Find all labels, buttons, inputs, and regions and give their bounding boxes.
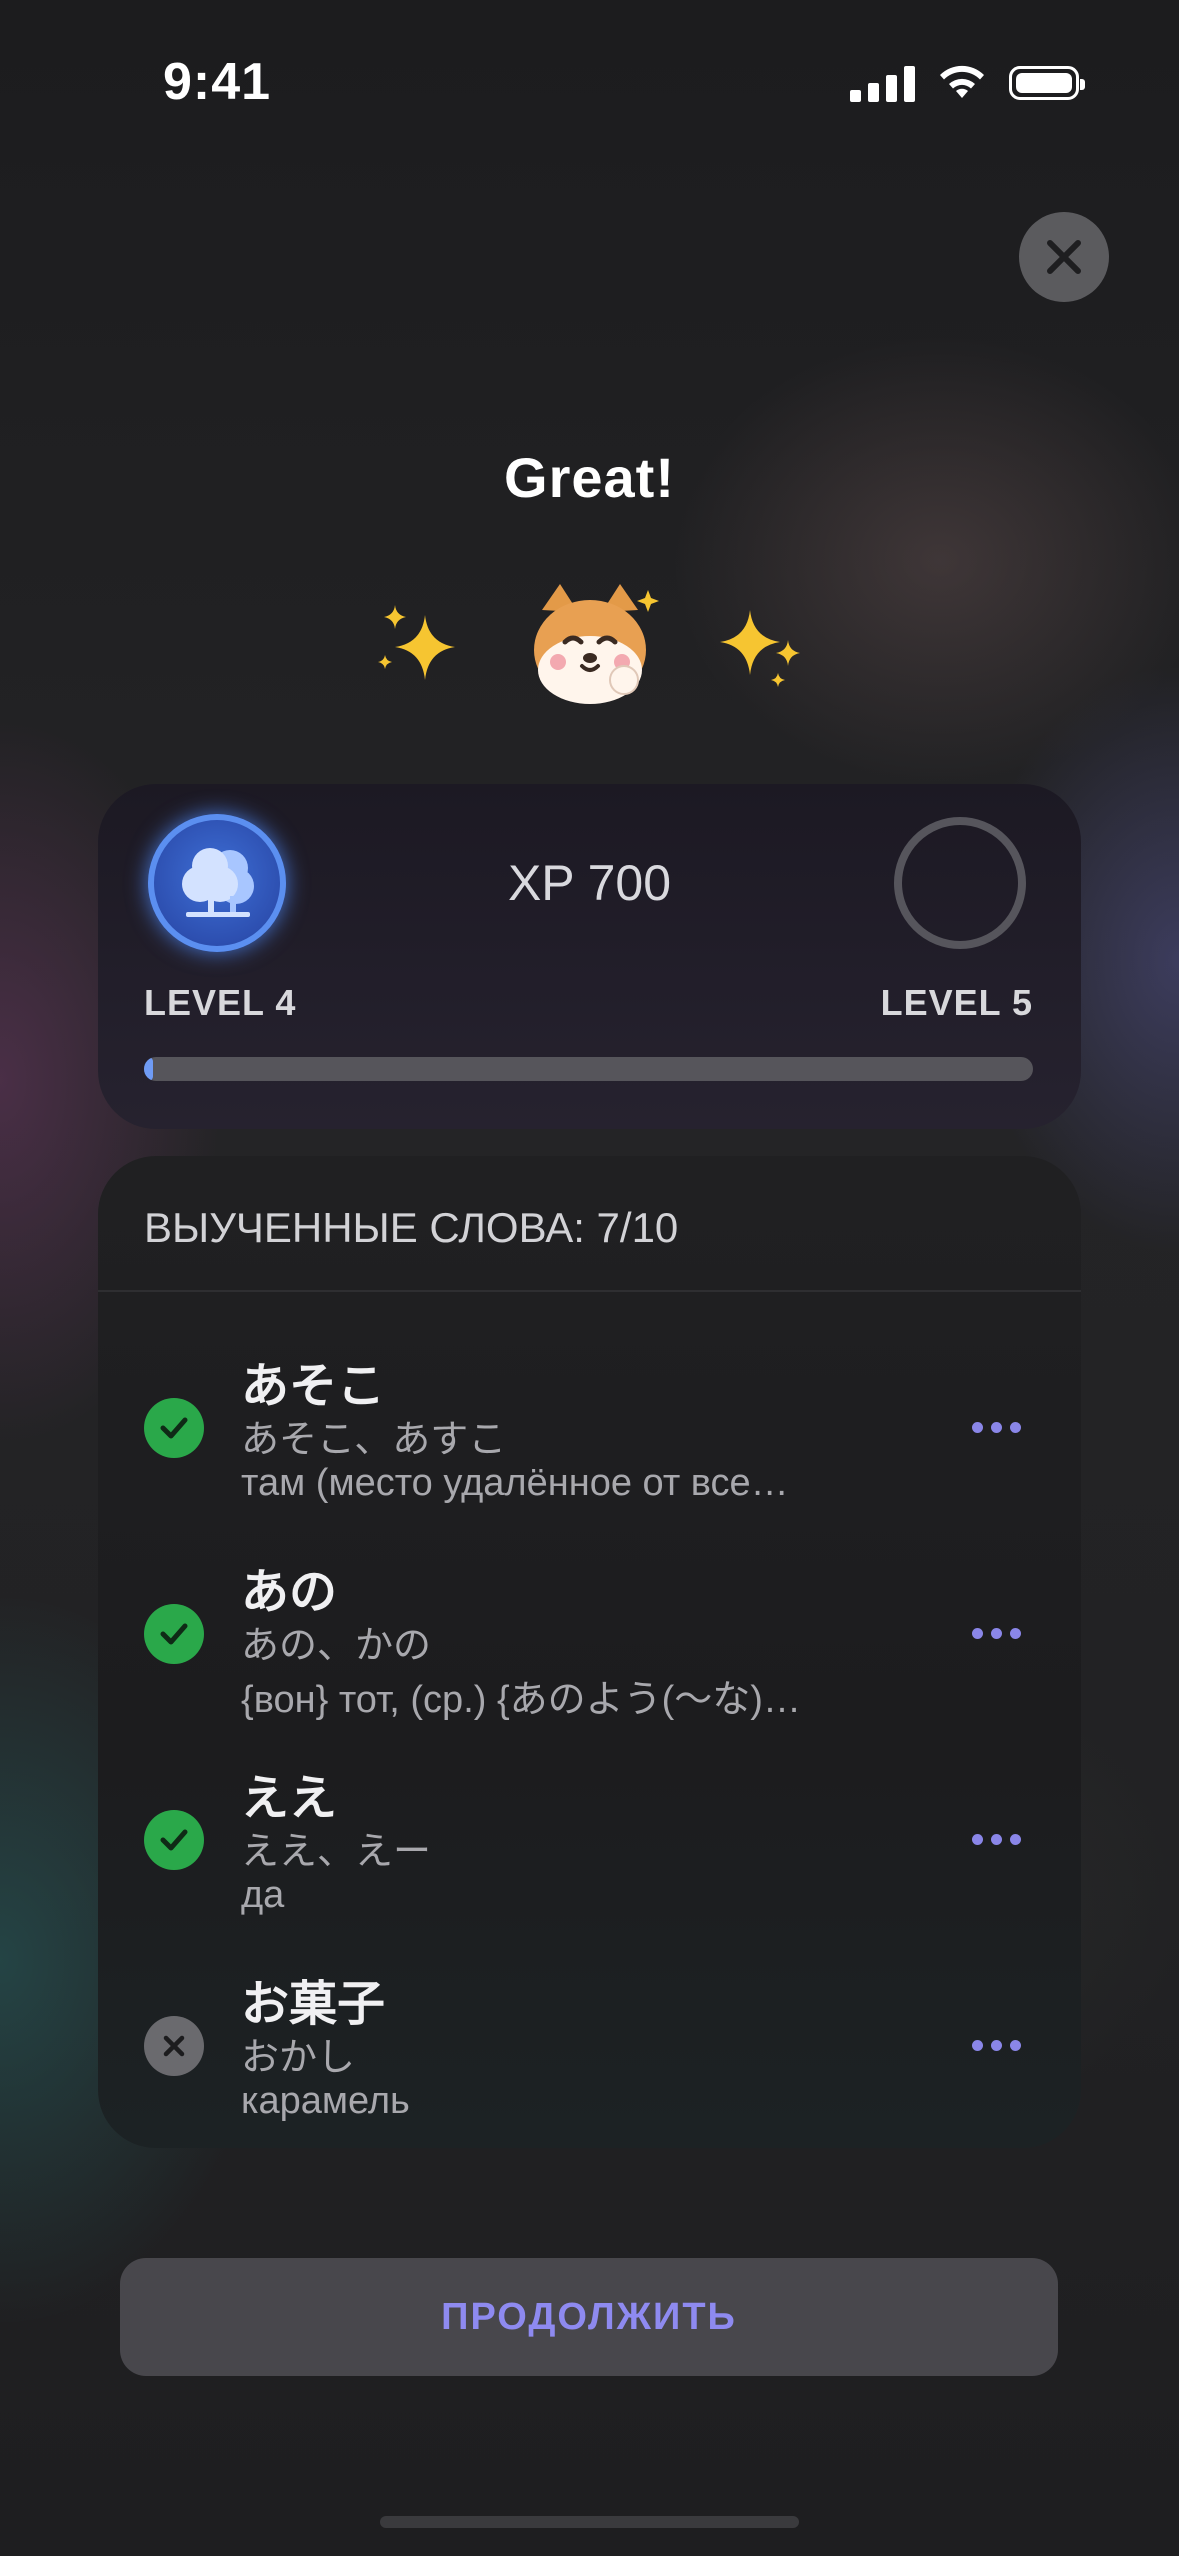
learned-words-header: ВЫУЧЕННЫЕ СЛОВА: 7/10	[144, 1204, 679, 1251]
learned-check-icon	[144, 1810, 204, 1870]
more-options-button[interactable]	[972, 2040, 1021, 2051]
learned-words-card: ВЫУЧЕННЫЕ СЛОВА: 7/10 あそこ あそこ、あすこ там (м…	[98, 1156, 1081, 2148]
more-options-button[interactable]	[972, 1628, 1021, 1639]
word-reading: ええ、えー	[241, 1831, 432, 1873]
shiba-dog-icon	[533, 584, 659, 704]
next-level-label: LEVEL 5	[880, 982, 1033, 1023]
word-kanji: あの	[241, 1566, 338, 1619]
word-reading: おかし	[241, 2037, 356, 2079]
word-row[interactable]: あの あの、かの {вон} тот, (ср.) {あのよう(〜な)…	[98, 1552, 1081, 1752]
divider	[98, 1290, 1081, 1292]
close-button[interactable]	[1019, 212, 1109, 302]
status-icons	[850, 64, 1085, 102]
word-kanji: ええ	[241, 1772, 338, 1825]
more-options-button[interactable]	[972, 1422, 1021, 1433]
word-reading: あの、かの	[241, 1625, 432, 1667]
battery-icon	[1009, 66, 1085, 100]
word-row[interactable]: お菓子 おかし карамель	[98, 1964, 1081, 2148]
word-translation: карамель	[241, 2080, 410, 2122]
close-icon	[1047, 240, 1081, 274]
learned-check-icon	[144, 1398, 204, 1458]
word-row[interactable]: ええ ええ、えー да	[98, 1758, 1081, 1958]
home-indicator	[380, 2516, 799, 2528]
word-translation: да	[241, 1874, 285, 1916]
wifi-icon	[940, 65, 984, 98]
sparkles-icon	[719, 610, 800, 687]
word-reading: あそこ、あすこ	[241, 1419, 507, 1461]
cellular-signal-icon	[850, 64, 915, 102]
word-translation: там (место удалённое от все…	[241, 1462, 789, 1504]
learned-check-icon	[144, 1604, 204, 1664]
current-level-label: LEVEL 4	[144, 982, 297, 1023]
sparkles-icon	[377, 605, 455, 680]
page-title: Great!	[504, 446, 675, 509]
word-row[interactable]: あそこ あそこ、あすこ там (место удалённое от все…	[98, 1346, 1081, 1546]
word-kanji: お菓子	[241, 1978, 386, 2031]
continue-button[interactable]: ПРОДОЛЖИТЬ	[120, 2258, 1058, 2376]
word-translation: {вон} тот, (ср.) {あのよう(〜な)…	[241, 1679, 801, 1721]
word-kanji: あそこ	[241, 1360, 386, 1413]
status-time: 9:41	[163, 53, 272, 111]
level-card: XP 700 LEVEL 4 LEVEL 5	[98, 784, 1081, 1129]
level-progress-bar	[144, 1057, 1033, 1081]
level-progress-fill	[144, 1057, 153, 1081]
more-options-button[interactable]	[972, 1834, 1021, 1845]
celebration-illustration	[0, 580, 1179, 710]
not-learned-x-icon	[144, 2016, 204, 2076]
level-5-badge	[894, 817, 1026, 949]
